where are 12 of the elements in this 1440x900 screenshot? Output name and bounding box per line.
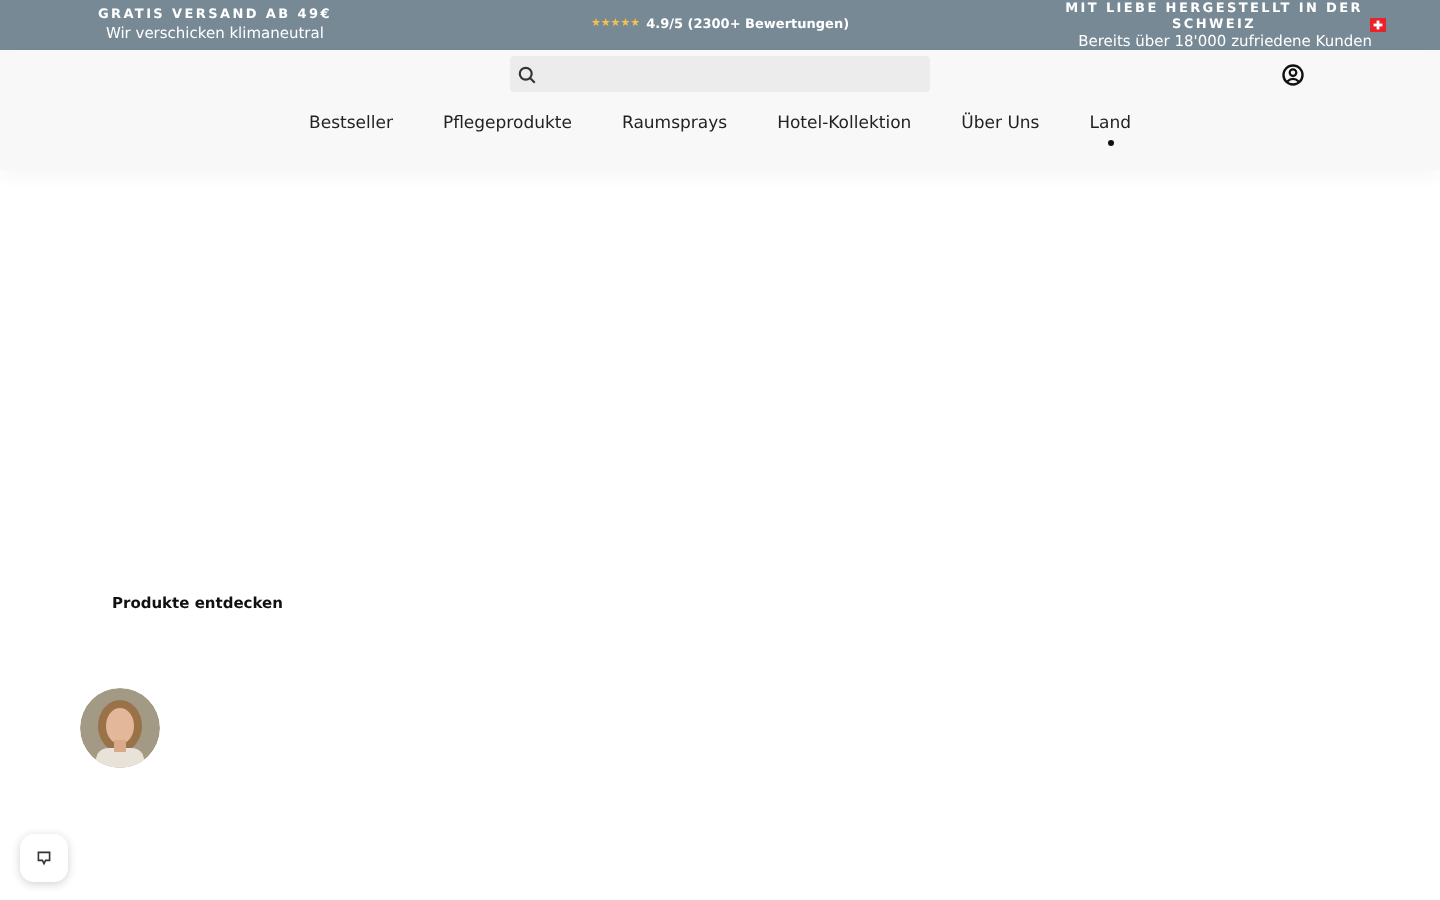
- chat-bubble-icon: [36, 850, 52, 866]
- account-icon[interactable]: [1282, 64, 1304, 86]
- nav-link[interactable]: Bestseller: [309, 114, 393, 142]
- nav-link[interactable]: Hotel-Kollektion: [777, 114, 912, 142]
- nav-link[interactable]: Über Uns: [961, 114, 1040, 142]
- nav-link[interactable]: Pflegeprodukte: [442, 114, 572, 142]
- swiss-flag-icon: [1370, 17, 1387, 31]
- search-icon: [518, 65, 536, 83]
- search-field[interactable]: [510, 56, 930, 92]
- nav-link[interactable]: Land: [1089, 114, 1131, 142]
- chat-button[interactable]: [20, 834, 68, 882]
- nav-link[interactable]: Raumsprays: [621, 114, 728, 142]
